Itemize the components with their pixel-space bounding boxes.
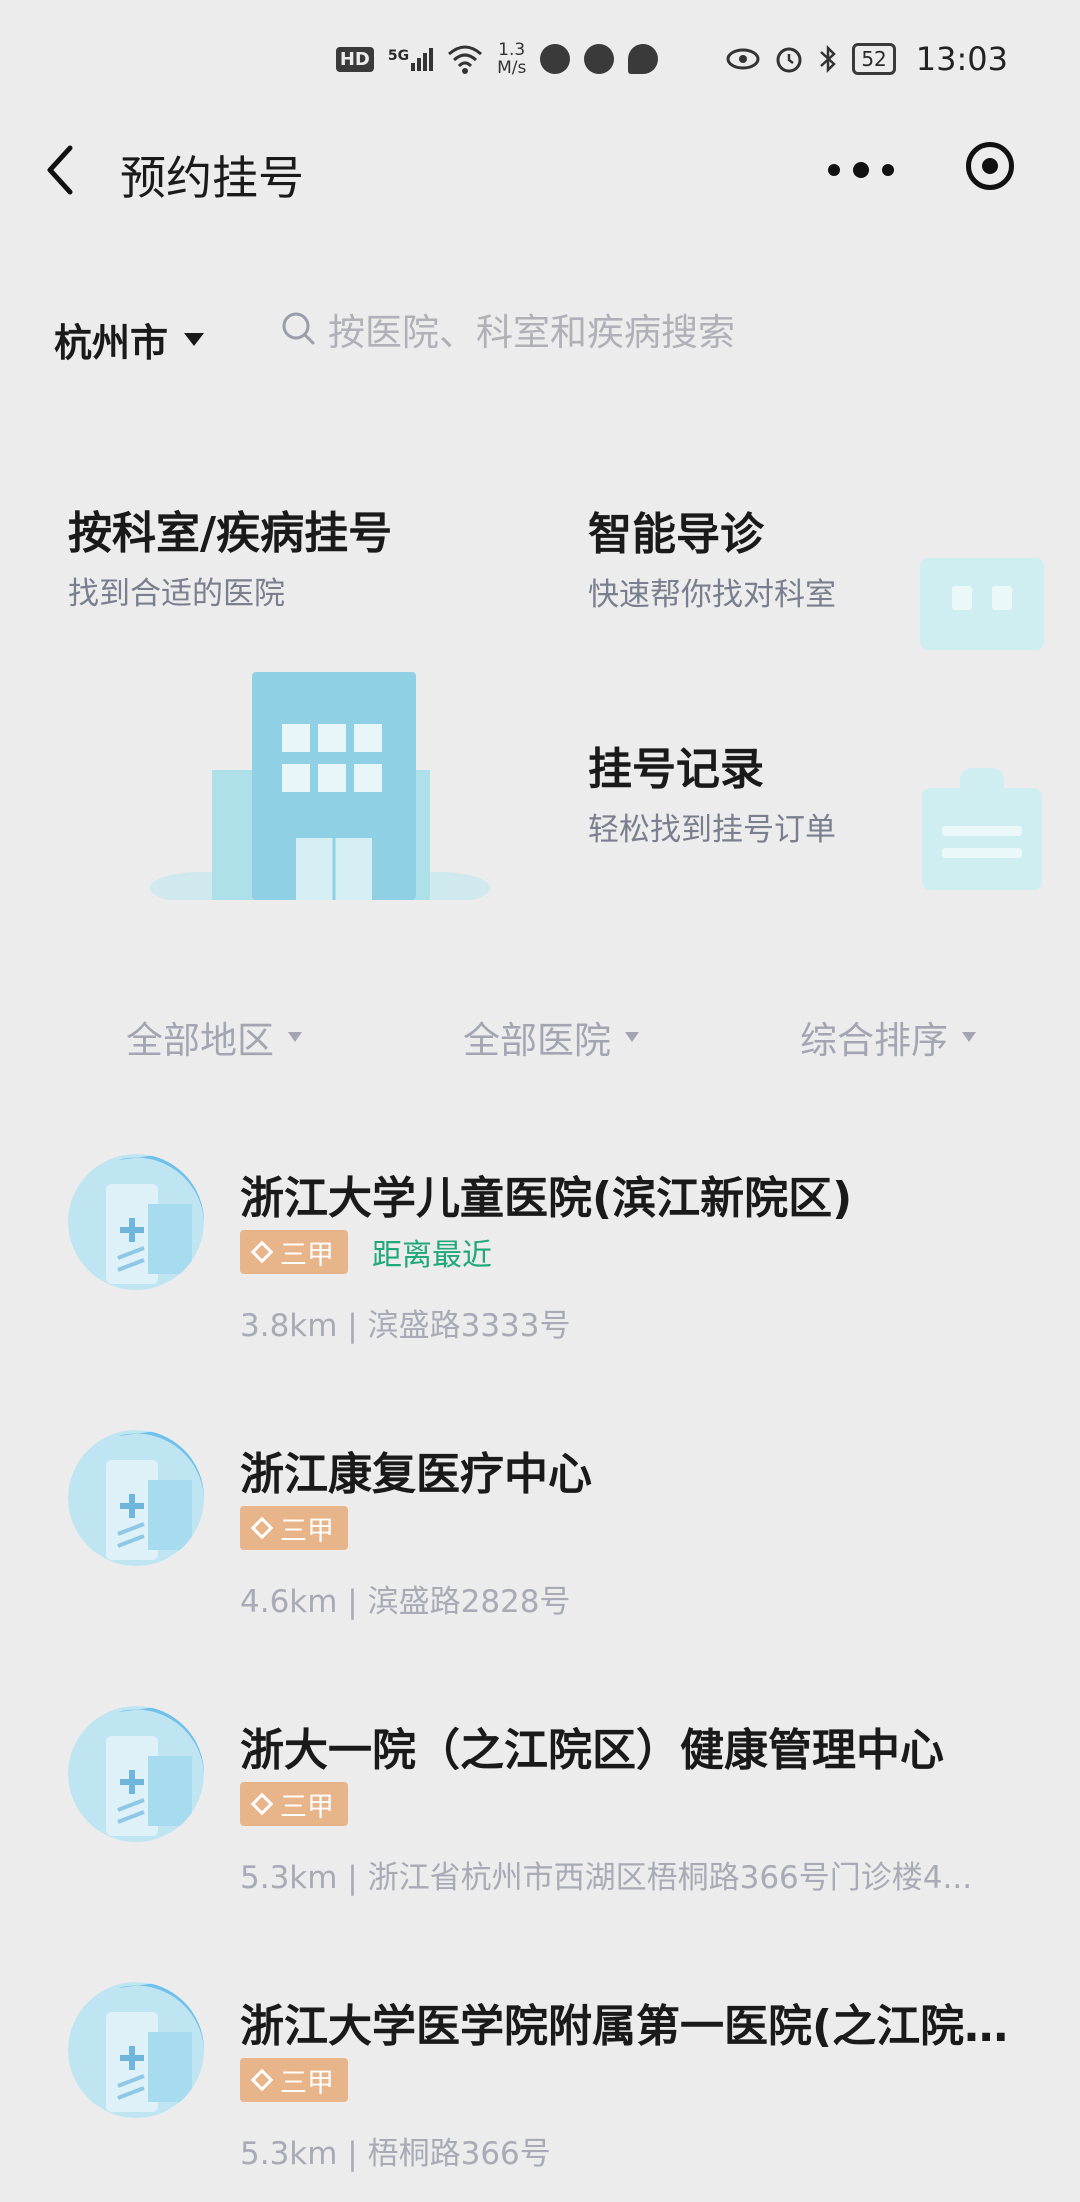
hospital-level-badge: 三甲 [240, 1506, 348, 1550]
filter-sort-label: 综合排序 [800, 1019, 948, 1062]
status-bar: HD 5G 1.3 M/s 52 13:03 [0, 0, 1080, 120]
filter-hospital-label: 全部医院 [463, 1019, 611, 1062]
diamond-icon [250, 1792, 274, 1816]
battery-icon: 52 [852, 43, 896, 75]
hospital-avatar-icon [68, 1706, 204, 1842]
diamond-icon [250, 1516, 274, 1540]
hospital-name: 浙江大学儿童医院(滨江新院区) [240, 1173, 853, 1224]
clipboard-icon [922, 768, 1042, 890]
hospital-avatar-icon [68, 1430, 204, 1566]
eye-icon [726, 48, 760, 70]
search-input[interactable]: 按医院、科室和疾病搜索 [280, 302, 1020, 356]
hospital-level-label: 三甲 [280, 2067, 334, 2099]
dot [882, 164, 894, 176]
bluetooth-icon [820, 44, 837, 74]
hospital-level-badge: 三甲 [240, 1230, 348, 1274]
clock: 13:03 [915, 40, 1008, 78]
caret-down-icon [184, 333, 205, 346]
search-icon [282, 312, 315, 345]
speed-unit: M/s [497, 58, 527, 78]
hospital-address: 5.3km | 梧桐路366号 [240, 2136, 551, 2172]
more-options-button[interactable] [828, 150, 894, 190]
city-selector[interactable]: 杭州市 [54, 312, 205, 367]
close-miniprogram-button[interactable] [966, 142, 1014, 190]
city-label: 杭州市 [54, 321, 169, 365]
robot-icon [920, 558, 1044, 650]
hospital-list-item[interactable]: 浙江康复医疗中心 三甲 4.6km | 滨盛路2828号 [0, 1430, 1080, 1650]
filter-hospital-dropdown[interactable]: 全部医院 [463, 1010, 639, 1064]
alarm-icon [776, 47, 802, 73]
filter-sort-dropdown[interactable]: 综合排序 [800, 1010, 976, 1064]
caret-down-icon [288, 1032, 302, 1042]
hospital-address: 4.6km | 滨盛路2828号 [240, 1584, 571, 1620]
page-title: 预约挂号 [120, 151, 304, 205]
hospital-level-label: 三甲 [280, 1239, 334, 1271]
hospital-badges: 三甲 距离最近 [240, 1230, 492, 1274]
hospital-address: 5.3km | 浙江省杭州市西湖区梧桐路366号门诊楼4... [240, 1860, 973, 1896]
target-icon [982, 158, 998, 174]
department-registration-subtitle: 找到合适的医院 [68, 576, 285, 612]
hospital-level-label: 三甲 [280, 1515, 334, 1547]
hospital-level-label: 三甲 [280, 1791, 334, 1823]
registration-records-title: 挂号记录 [588, 744, 764, 795]
search-placeholder: 按医院、科室和疾病搜索 [328, 311, 735, 354]
filter-bar: 全部地区 全部医院 综合排序 [0, 1010, 1080, 1070]
hospital-name: 浙江大学医学院附属第一医院(之江院... [240, 2001, 1010, 2052]
hospital-list-item[interactable]: 浙江大学儿童医院(滨江新院区) 三甲 距离最近 3.8km | 滨盛路3333号 [0, 1154, 1080, 1374]
nearest-tag: 距离最近 [372, 1238, 492, 1273]
caret-down-icon [962, 1032, 976, 1042]
hospital-name: 浙大一院（之江院区）健康管理中心 [240, 1725, 944, 1776]
department-registration-title: 按科室/疾病挂号 [68, 508, 393, 559]
dot [828, 164, 840, 176]
hospital-avatar-icon [68, 1982, 204, 2118]
network-speed: 1.3 M/s [497, 41, 526, 77]
diamond-icon [250, 1240, 274, 1264]
app-notification-icon [540, 44, 571, 74]
hospital-list-item[interactable]: 浙江大学医学院附属第一医院(之江院... 三甲 5.3km | 梧桐路366号 [0, 1982, 1080, 2202]
caret-down-icon [625, 1032, 639, 1042]
speed-value: 1.3 [498, 40, 526, 60]
dot [853, 162, 869, 178]
hospital-building-icon [150, 672, 490, 900]
status-icons: HD 5G 1.3 M/s 52 13:03 [335, 40, 1008, 78]
title-bar: 预约挂号 [0, 120, 1080, 220]
hospital-badges: 三甲 [240, 2058, 348, 2102]
hospital-badges: 三甲 [240, 1506, 348, 1550]
hospital-list-item[interactable]: 浙大一院（之江院区）健康管理中心 三甲 5.3km | 浙江省杭州市西湖区梧桐路… [0, 1706, 1080, 1926]
hospital-address: 3.8km | 滨盛路3333号 [240, 1308, 571, 1344]
network-label: 5G [387, 47, 410, 64]
back-icon[interactable] [38, 140, 88, 200]
hospital-level-badge: 三甲 [240, 2058, 348, 2102]
hospital-name: 浙江康复医疗中心 [240, 1449, 592, 1500]
hand-notification-icon [584, 44, 615, 74]
diamond-icon [250, 2068, 274, 2092]
smart-guide-title: 智能导诊 [588, 509, 764, 560]
smart-guide-subtitle: 快速帮你找对科室 [588, 577, 836, 613]
hospital-level-badge: 三甲 [240, 1782, 348, 1826]
wifi-icon [448, 45, 483, 74]
hospital-avatar-icon [68, 1154, 204, 1290]
message-notification-icon [628, 44, 659, 74]
registration-records-subtitle: 轻松找到挂号订单 [588, 812, 836, 848]
hd-icon: HD [335, 46, 374, 72]
signal-icon: 5G [387, 47, 434, 71]
filter-region-dropdown[interactable]: 全部地区 [126, 1010, 302, 1064]
filter-region-label: 全部地区 [126, 1019, 274, 1062]
hospital-badges: 三甲 [240, 1782, 348, 1826]
